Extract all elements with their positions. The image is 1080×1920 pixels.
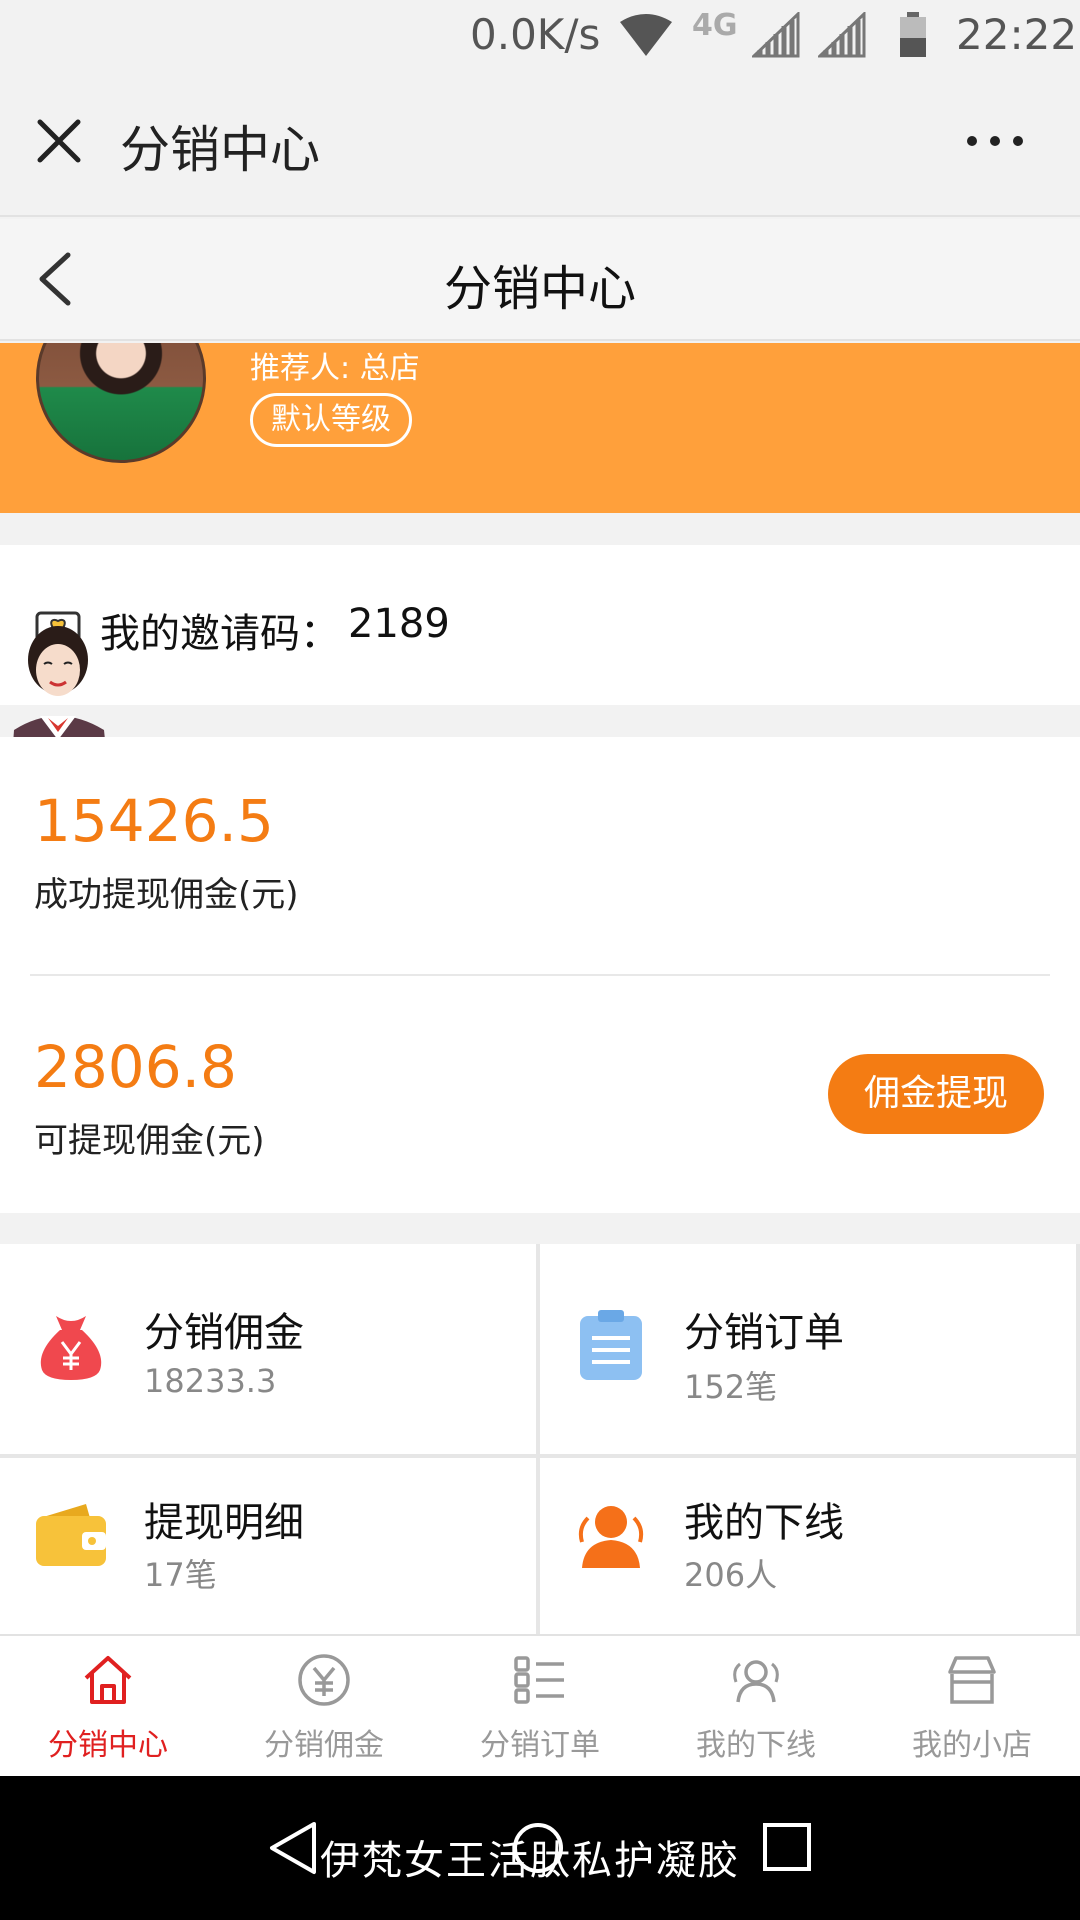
signal-icon [752, 12, 800, 58]
close-icon[interactable] [34, 116, 84, 166]
commission-balance-card: 15426.5 成功提现佣金(元) 2806.8 可提现佣金(元) 佣金提现 [0, 737, 1080, 1213]
grid-item-title: 提现明细 [144, 1500, 304, 1546]
clock: 22:22 [956, 10, 1078, 59]
battery-icon [900, 12, 926, 57]
network-type: 4G [692, 8, 738, 43]
tab-label: 分销中心 [48, 1728, 168, 1763]
tab-orders[interactable]: 分销订单 [432, 1636, 648, 1778]
invite-code-value: 2189 [348, 601, 450, 647]
system-nav-bar: 伊梵女王活肽私护凝胶 [0, 1776, 1080, 1920]
recent-apps-icon[interactable] [762, 1822, 812, 1872]
feature-grid: 分销佣金 18233.3 分销订单 152笔 提现明细 17笔 我的下线 206… [0, 1244, 1080, 1634]
tab-my-shop[interactable]: 我的小店 [864, 1636, 1080, 1778]
grid-item-value: 152笔 [684, 1368, 778, 1406]
bottom-tab-bar: 分销中心 分销佣金 分销订单 我的下线 我的小店 [0, 1634, 1080, 1776]
more-icon[interactable] [960, 116, 1030, 166]
shop-icon [948, 1656, 996, 1704]
webview-title: 分销中心 [120, 121, 320, 179]
grid-item-value: 17笔 [144, 1556, 217, 1594]
list-icon [514, 1656, 564, 1704]
grid-item-title: 我的下线 [684, 1500, 844, 1546]
withdrawn-commission-label: 成功提现佣金(元) [34, 875, 299, 915]
back-triangle-icon[interactable] [266, 1820, 320, 1876]
grid-item-withdraw-records[interactable]: 提现明细 17笔 [0, 1458, 536, 1634]
available-commission-value: 2806.8 [34, 1033, 237, 1101]
grid-item-value: 206人 [684, 1556, 778, 1594]
tab-distribution-center[interactable]: 分销中心 [0, 1636, 216, 1778]
clipboard-icon [580, 1310, 642, 1380]
page-title: 分销中心 [443, 261, 636, 317]
grid-item-value: 18233.3 [144, 1362, 277, 1400]
tab-label: 我的小店 [912, 1728, 1032, 1763]
grid-item-downline[interactable]: 我的下线 206人 [540, 1458, 1076, 1634]
avatar[interactable] [36, 343, 206, 463]
tab-downline[interactable]: 我的下线 [648, 1636, 864, 1778]
yen-circle-icon [298, 1654, 350, 1706]
tab-label: 分销佣金 [264, 1728, 384, 1763]
tab-label: 分销订单 [480, 1728, 600, 1763]
tab-label: 我的下线 [696, 1728, 816, 1763]
people-icon [733, 1660, 779, 1703]
referrer-text: 推荐人: 总店 [250, 351, 420, 386]
home-icon [84, 1656, 132, 1704]
team-icon [578, 1506, 644, 1568]
invite-code-card: 我的邀请码： 2189 [0, 545, 1080, 705]
grid-item-orders[interactable]: 分销订单 152笔 [540, 1244, 1076, 1454]
status-bar: 0.0K/s 4G 22:22 [0, 0, 1080, 72]
webview-top-bar: 分销中心 [0, 72, 1080, 217]
grid-item-commission[interactable]: 分销佣金 18233.3 [0, 1244, 536, 1454]
wifi-icon [620, 14, 672, 56]
level-badge: 默认等级 [250, 393, 412, 447]
withdraw-commission-button[interactable]: 佣金提现 [828, 1054, 1044, 1134]
wallet-icon [36, 1504, 106, 1566]
divider [30, 974, 1050, 976]
grid-item-title: 分销订单 [684, 1310, 844, 1356]
overlay-caption: 伊梵女王活肽私护凝胶 [320, 1838, 740, 1884]
network-speed: 0.0K/s [470, 10, 601, 59]
grid-item-title: 分销佣金 [144, 1310, 304, 1356]
profile-banner: 推荐人: 总店 默认等级 [0, 343, 1080, 513]
withdrawn-commission-value: 15426.5 [34, 787, 274, 855]
page-header: 分销中心 [0, 219, 1080, 341]
available-commission-label: 可提现佣金(元) [34, 1121, 265, 1161]
money-bag-icon [40, 1316, 102, 1380]
signal-icon [818, 12, 866, 58]
tab-commission[interactable]: 分销佣金 [216, 1636, 432, 1778]
invite-code-label: 我的邀请码： [100, 611, 340, 657]
